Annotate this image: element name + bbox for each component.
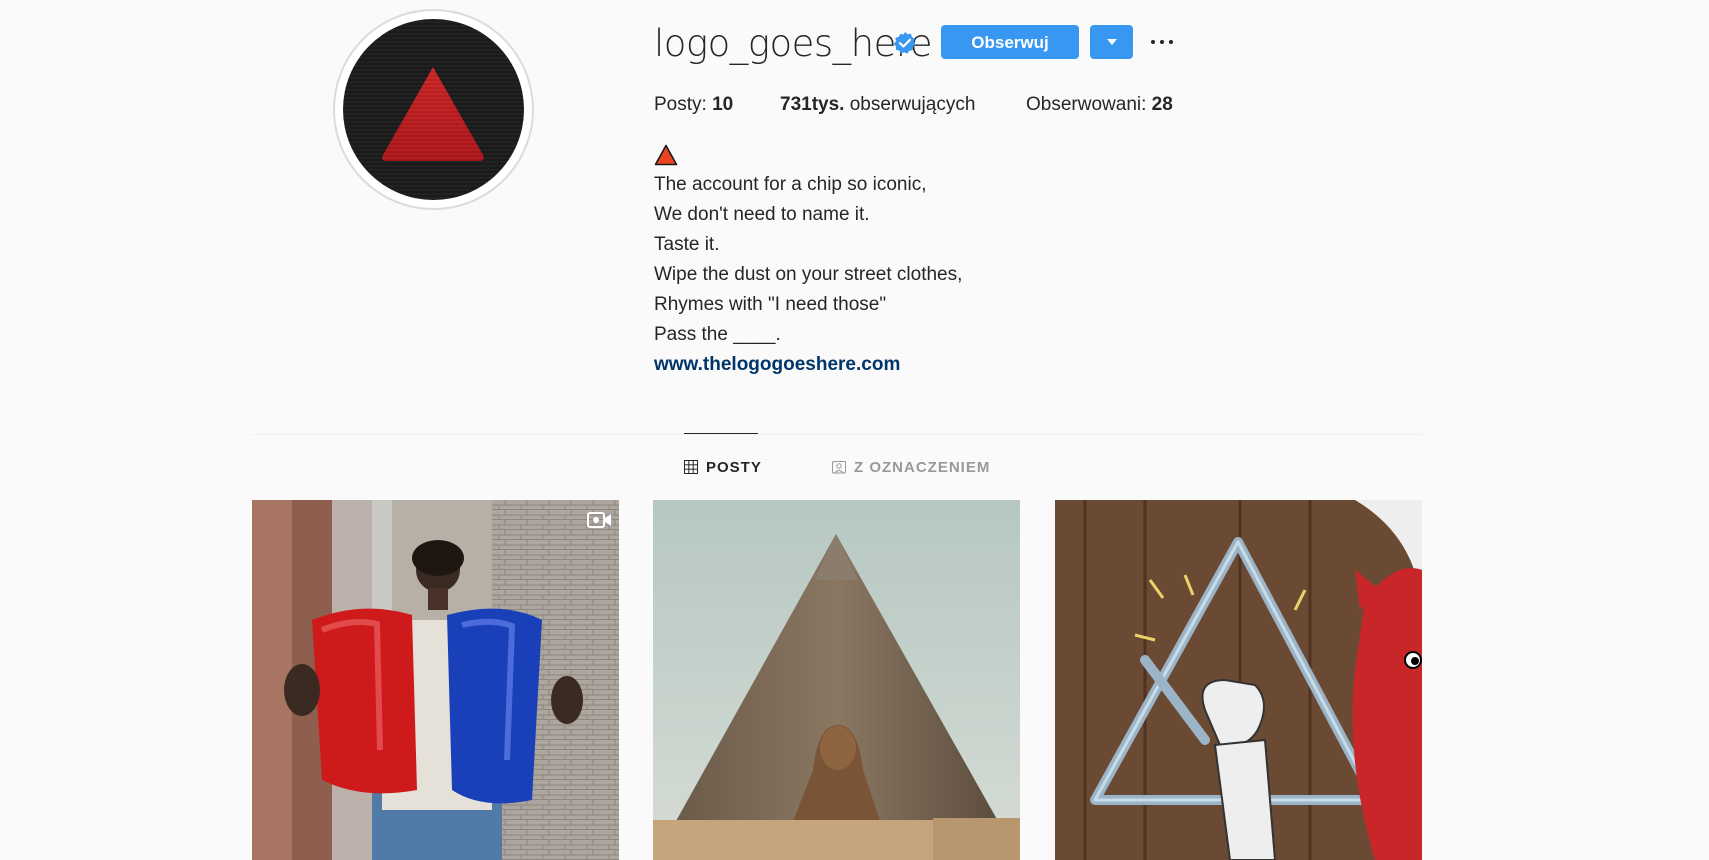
followers-value: 731tys.: [780, 94, 845, 115]
posts-count: Posty: 10: [654, 93, 733, 117]
verified-badge-icon: [893, 31, 917, 55]
bio-line: The account for a chip so iconic,: [654, 174, 927, 195]
more-dot: [1151, 40, 1155, 44]
bio-line: Rhymes with "I need those": [654, 294, 887, 315]
tab-label: Z OZNACZENIEM: [854, 459, 991, 476]
tab-posts[interactable]: POSTY: [684, 458, 762, 478]
more-dot: [1169, 40, 1173, 44]
post-thumbnail[interactable]: [653, 500, 1020, 860]
posts-label: Posty:: [654, 94, 707, 115]
profile-bio: The account for a chip so iconic, We don…: [654, 140, 962, 380]
active-tab-indicator: [684, 433, 758, 434]
followers-label: obserwujących: [849, 94, 976, 115]
following-value: 28: [1151, 94, 1173, 115]
video-icon: [587, 512, 611, 528]
bio-line: Wipe the dust on your street clothes,: [654, 264, 963, 285]
bio-line: Taste it.: [654, 234, 720, 255]
chevron-down-icon: [1107, 39, 1117, 45]
avatar[interactable]: [333, 9, 534, 210]
bio-line: We don't need to name it.: [654, 204, 870, 225]
tab-label: POSTY: [706, 459, 762, 476]
red-triangle-icon: [654, 144, 678, 166]
post-thumbnail[interactable]: [1055, 500, 1422, 860]
followers-count[interactable]: 731tys. obserwujących: [780, 93, 975, 117]
post-image: [252, 500, 619, 860]
grid-icon: [684, 460, 698, 474]
bio-line: Pass the ____.: [654, 324, 781, 345]
avatar-image: [343, 19, 524, 200]
section-divider: [252, 434, 1422, 435]
follow-button[interactable]: Obserwuj: [941, 25, 1079, 59]
profile-page: logo_goes_here Obserwuj Posty: 10 731tys…: [0, 0, 1709, 860]
tagged-icon: [832, 461, 846, 474]
more-dot: [1160, 40, 1164, 44]
tab-tagged[interactable]: Z OZNACZENIEM: [832, 458, 990, 478]
website-link[interactable]: www.thelogogoeshere.com: [654, 354, 900, 375]
username: logo_goes_here: [654, 22, 933, 65]
following-count[interactable]: Obserwowani: 28: [1026, 93, 1173, 117]
following-label: Obserwowani:: [1026, 94, 1147, 115]
posts-value: 10: [712, 94, 734, 115]
more-options-button[interactable]: [1148, 30, 1176, 54]
post-image: [653, 500, 1020, 860]
post-image: [1055, 500, 1422, 860]
suggested-dropdown-button[interactable]: [1090, 25, 1133, 59]
post-thumbnail[interactable]: [252, 500, 619, 860]
